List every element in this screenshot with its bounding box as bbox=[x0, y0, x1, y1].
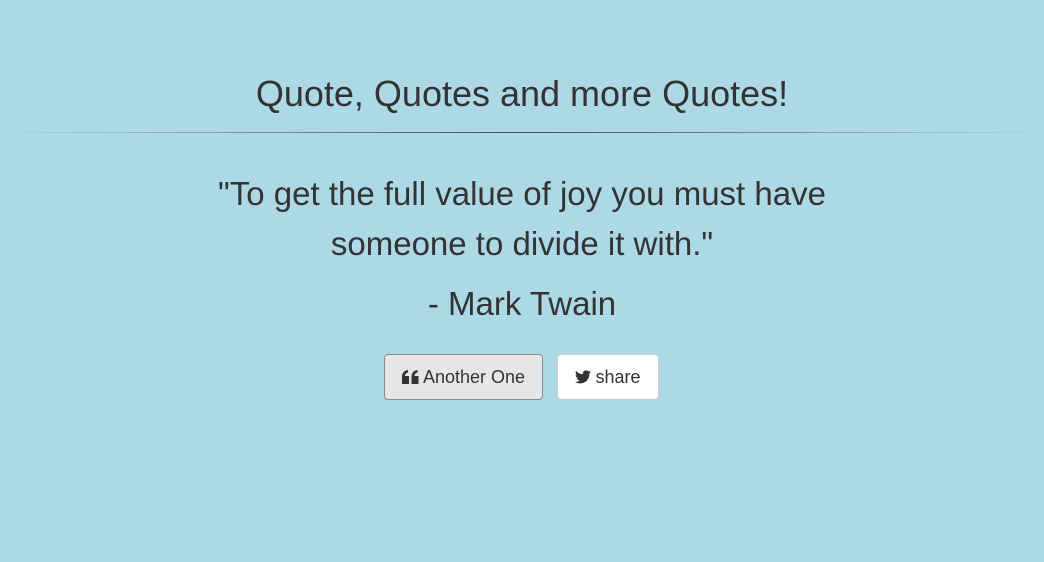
quote-text: "To get the full value of joy you must h… bbox=[218, 175, 826, 262]
share-button[interactable]: share bbox=[557, 354, 659, 400]
share-label: share bbox=[595, 366, 641, 387]
another-one-label: Another One bbox=[422, 366, 526, 387]
another-one-button[interactable]: Another One bbox=[384, 354, 543, 400]
twitter-icon bbox=[575, 370, 592, 384]
quote-author: - Mark Twain bbox=[427, 285, 617, 322]
quote-left-icon bbox=[401, 370, 419, 384]
page-title: Quote, Quotes and more Quotes! bbox=[255, 73, 789, 114]
header-divider bbox=[0, 132, 1044, 133]
